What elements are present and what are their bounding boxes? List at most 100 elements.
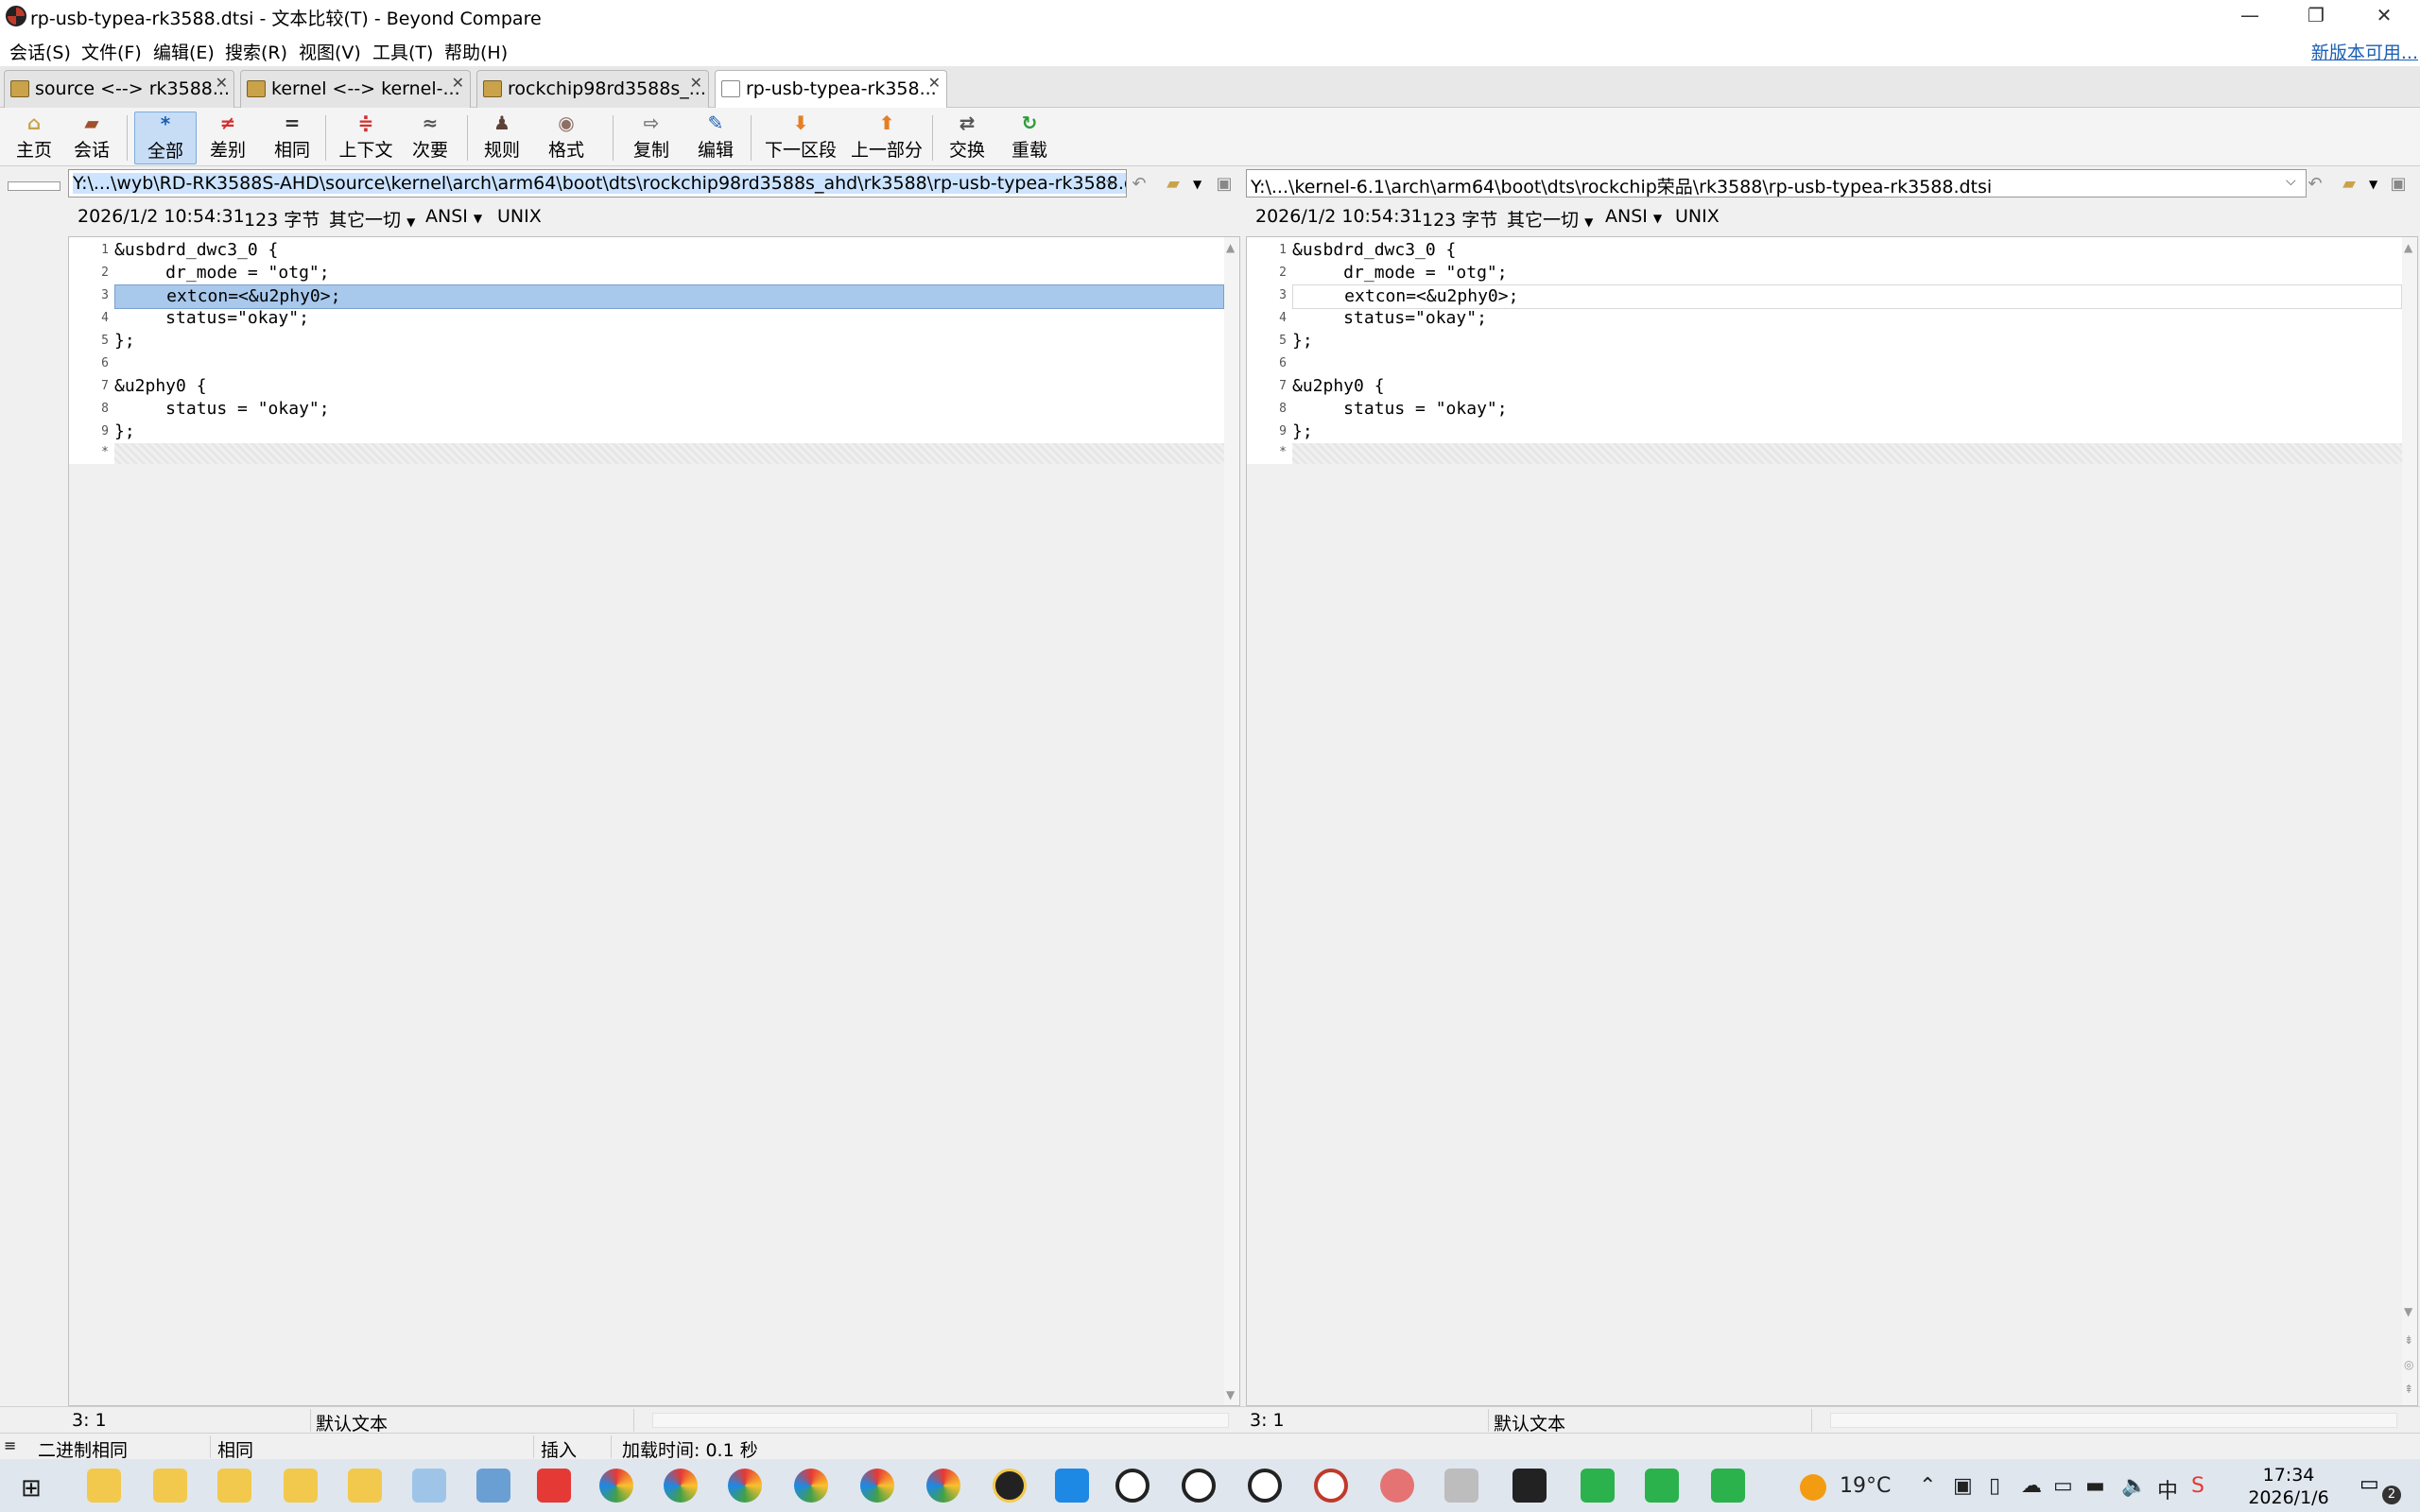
wechat-icon[interactable] — [1645, 1469, 1679, 1503]
notification-icon[interactable]: ▭ — [2360, 1472, 2379, 1496]
home-button[interactable]: ⌂ 主页 — [13, 112, 55, 164]
right-history-icon[interactable]: ↶ — [2305, 174, 2325, 194]
menu-edit[interactable]: 编辑(E) — [153, 39, 215, 64]
right-filter-dropdown[interactable]: 其它一切 ▼ — [1507, 206, 1593, 232]
menu-help[interactable]: 帮助(H) — [444, 39, 508, 64]
left-open-folder-icon[interactable]: ▰ — [1163, 174, 1184, 194]
minor-button[interactable]: ≈ 次要 — [405, 112, 456, 164]
edit-button[interactable]: ✎ 编辑 — [690, 112, 741, 164]
code-line[interactable]: 1 &usbdrd_dwc3_0 { — [69, 239, 1224, 262]
left-save-icon[interactable]: ▣ — [1214, 174, 1235, 194]
chrome-icon[interactable] — [794, 1469, 828, 1503]
overview-thumb[interactable] — [8, 181, 60, 191]
show-diffs-button[interactable]: ≠ 差别 — [202, 112, 253, 164]
left-path-input[interactable]: Y:\...\wyb\RD-RK3588S-AHD\source\kernel\… — [68, 169, 1127, 198]
code-line-current[interactable]: 3 extcon=<&u2phy0>; — [1247, 284, 2402, 309]
code-line[interactable]: 7 &u2phy0 { — [69, 375, 1224, 398]
wechat-icon[interactable] — [1581, 1469, 1615, 1503]
folder-icon[interactable] — [348, 1469, 382, 1503]
code-line[interactable]: 7 &u2phy0 { — [1247, 375, 2402, 398]
code-line[interactable]: 2 dr_mode = "otg"; — [69, 262, 1224, 284]
tray-app-icon[interactable]: ▣ — [1953, 1474, 1973, 1498]
show-same-button[interactable]: = 相同 — [267, 112, 318, 164]
code-line[interactable]: 9}; — [69, 421, 1224, 443]
show-all-button[interactable]: * 全部 — [134, 112, 197, 164]
left-horizontal-scrollbar[interactable] — [652, 1413, 1229, 1428]
chrome-icon[interactable] — [664, 1469, 698, 1503]
menu-search[interactable]: 搜索(R) — [225, 39, 287, 64]
right-text-pane[interactable]: 1 &usbdrd_dwc3_0 { 2 dr_mode = "otg"; 3 e… — [1246, 236, 2418, 1406]
left-path-dropdown-icon[interactable]: ⌵ — [1106, 174, 1116, 189]
tab-kernel-compare[interactable]: kernel <--> kernel-... ✕ — [240, 70, 471, 108]
start-windows-icon[interactable]: ⊞ — [21, 1474, 42, 1503]
code-line[interactable]: 9}; — [1247, 421, 2402, 443]
folder-icon[interactable] — [87, 1469, 121, 1503]
clock-time[interactable]: 17:34 — [2246, 1465, 2331, 1486]
chrome-icon[interactable] — [599, 1469, 633, 1503]
code-line[interactable]: 4 status="okay"; — [69, 307, 1224, 330]
menu-tools[interactable]: 工具(T) — [372, 39, 433, 64]
left-encoding-dropdown[interactable]: ANSI ▼ — [425, 206, 482, 227]
tab-source-compare[interactable]: source <--> rk3588... ✕ — [4, 70, 234, 108]
right-horizontal-scrollbar[interactable] — [1830, 1413, 2397, 1428]
folder-icon[interactable] — [284, 1469, 318, 1503]
left-code-area[interactable]: 1 &usbdrd_dwc3_0 { 2 dr_mode = "otg"; 3 e… — [69, 237, 1224, 464]
terminal-icon[interactable] — [1512, 1469, 1547, 1503]
code-line[interactable]: 2 dr_mode = "otg"; — [1247, 262, 2402, 284]
rules-button[interactable]: ♟ 规则 — [476, 112, 527, 164]
tab-text-compare-active[interactable]: rp-usb-typea-rk358... ✕ — [715, 70, 947, 109]
close-tab-icon[interactable]: ✕ — [928, 74, 941, 92]
context-button[interactable]: ≑ 上下文 — [335, 112, 397, 164]
right-encoding-dropdown[interactable]: ANSI ▼ — [1605, 206, 1662, 227]
new-version-link[interactable]: 新版本可用... — [2311, 39, 2418, 64]
reload-button[interactable]: ↻ 重载 — [1004, 112, 1055, 164]
menu-file[interactable]: 文件(F) — [81, 39, 142, 64]
left-open-dropdown-icon[interactable]: ▼ — [1193, 178, 1201, 191]
code-line-selected[interactable]: 3 extcon=<&u2phy0>; — [69, 284, 1224, 309]
left-line-ending[interactable]: UNIX — [497, 206, 542, 227]
notebook-icon[interactable] — [476, 1469, 510, 1503]
left-text-pane[interactable]: 1 &usbdrd_dwc3_0 { 2 dr_mode = "otg"; 3 e… — [68, 236, 1240, 1406]
right-path-dropdown-icon[interactable]: ⌵ — [2286, 174, 2296, 189]
clock-date[interactable]: 2026/1/6 — [2246, 1487, 2331, 1508]
network-icon[interactable]: ▬ — [2085, 1474, 2105, 1498]
minimize-button[interactable]: — — [2221, 0, 2278, 32]
temperature[interactable]: 19°C — [1840, 1474, 1891, 1498]
close-tab-icon[interactable]: ✕ — [216, 74, 228, 92]
format-button[interactable]: ◉ 格式 — [541, 112, 592, 164]
tray-cloud-icon[interactable]: ☁ — [2021, 1474, 2042, 1498]
right-vertical-scrollbar[interactable]: ▲ ▼ ⇟ ◎ ⇞ — [2402, 237, 2417, 1405]
prev-section-button[interactable]: ⬆ 上一部分 — [847, 112, 926, 164]
code-line[interactable]: 1 &usbdrd_dwc3_0 { — [1247, 239, 2402, 262]
code-line[interactable]: 4 status="okay"; — [1247, 307, 2402, 330]
weather-sun-icon[interactable] — [1800, 1474, 1826, 1501]
code-line[interactable]: 8 status = "okay"; — [69, 398, 1224, 421]
left-text-mode[interactable]: 默认文本 — [316, 1410, 388, 1435]
left-vertical-scrollbar[interactable]: ▲ ▼ — [1224, 237, 1239, 1405]
usb-icon[interactable]: ▯ — [1989, 1474, 2000, 1498]
current-diff-icon[interactable]: ◎ — [2404, 1358, 2413, 1371]
left-history-icon[interactable]: ↶ — [1129, 174, 1150, 194]
right-save-icon[interactable]: ▣ — [2388, 174, 2409, 194]
tab-rockchip-compare[interactable]: rockchip98rd3588s_... ✕ — [476, 70, 709, 108]
left-filter-dropdown[interactable]: 其它一切 ▼ — [329, 206, 415, 232]
maximize-button[interactable]: ❐ — [2288, 0, 2344, 32]
right-code-area[interactable]: 1 &usbdrd_dwc3_0 { 2 dr_mode = "otg"; 3 e… — [1247, 237, 2402, 464]
beyond-compare-icon[interactable] — [1115, 1469, 1150, 1503]
code-line[interactable]: 8 status = "okay"; — [1247, 398, 2402, 421]
paint-icon[interactable] — [412, 1469, 446, 1503]
right-path-input[interactable]: Y:\...\kernel-6.1\arch\arm64\boot\dts\ro… — [1246, 169, 2307, 198]
close-button[interactable]: ✕ — [2356, 0, 2412, 32]
show-hidden-icons-icon[interactable]: ⌃ — [1919, 1474, 1936, 1498]
session-button[interactable]: ▰ 会话 — [68, 112, 115, 164]
md5-icon[interactable] — [1055, 1469, 1089, 1503]
right-open-folder-icon[interactable]: ▰ — [2339, 174, 2360, 194]
beyond-compare-active-icon[interactable] — [1314, 1469, 1348, 1503]
tools-icon[interactable] — [1444, 1469, 1478, 1503]
snail-app-icon[interactable] — [1380, 1469, 1414, 1503]
chrome-icon[interactable] — [728, 1469, 762, 1503]
beyond-compare-icon[interactable] — [1182, 1469, 1216, 1503]
folder-icon[interactable] — [217, 1469, 251, 1503]
menu-view[interactable]: 视图(V) — [299, 39, 361, 64]
volume-icon[interactable]: 🔈 — [2121, 1474, 2147, 1498]
